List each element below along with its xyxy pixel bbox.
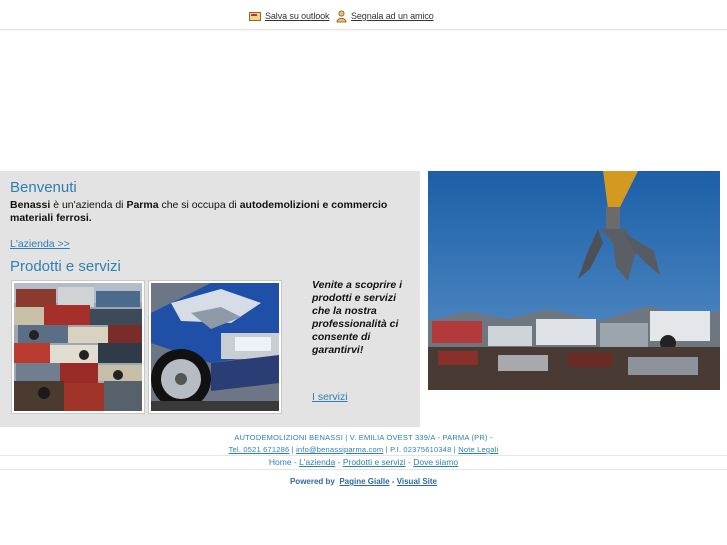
scrap-pile-image (12, 281, 144, 413)
footer-divider (0, 455, 727, 456)
save-outlook-label: Salva su outlook (265, 11, 330, 21)
welcome-text-part: è un'azienda di (50, 199, 127, 211)
crashed-car-image (149, 281, 281, 413)
visual-site-link[interactable]: Visual Site (397, 477, 437, 486)
welcome-text: Benassi è un'azienda di Parma che si occ… (10, 199, 408, 225)
footer-nav-company[interactable]: L'azienda (299, 457, 335, 467)
products-title: Prodotti e servizi (10, 258, 121, 275)
footer-phone-link[interactable]: Tel. 0521 671286 (229, 445, 290, 454)
person-icon (336, 10, 347, 22)
footer-nav-separator: - (291, 457, 300, 467)
footer-nav: Home - L'azienda - Prodotti e servizi - … (0, 457, 727, 467)
footer-nav-products[interactable]: Prodotti e servizi (343, 457, 406, 467)
footer-vat: P.I. 02375610348 (390, 445, 452, 454)
services-link[interactable]: I servizi (312, 391, 348, 403)
powered-separator: - (389, 477, 397, 486)
pagine-gialle-link[interactable]: Pagine Gialle (339, 477, 389, 486)
footer-nav-separator: - (335, 457, 343, 467)
company-link[interactable]: L'azienda >> (10, 238, 70, 250)
company-name: Benassi (10, 199, 51, 211)
footer-nav-location[interactable]: Dove siamo (413, 457, 458, 467)
promo-text: Venite a scoprire i prodotti e servizi c… (312, 279, 403, 356)
city-name: Parma (126, 199, 159, 211)
save-outlook-link[interactable]: Salva su outlook (249, 9, 330, 23)
footer-divider (0, 469, 727, 470)
share-friend-link[interactable]: Segnala ad un amico (336, 9, 434, 23)
footer-email-link[interactable]: info@benassiparma.com (296, 445, 383, 454)
powered-by-label: Powered by (289, 477, 335, 486)
crane-scrap-image (428, 171, 720, 390)
footer-nav-home[interactable]: Home (269, 457, 292, 467)
top-bar: Salva su outlook Segnala ad un amico (0, 0, 727, 30)
outlook-icon (249, 11, 261, 21)
welcome-text-part: che si occupa di (158, 199, 240, 211)
footer-contacts: Tel. 0521 671286 | info@benassiparma.com… (0, 445, 727, 454)
welcome-title: Benvenuti (10, 179, 77, 196)
powered-by: Powered by Pagine Gialle - Visual Site (0, 477, 727, 486)
share-friend-label: Segnala ad un amico (351, 11, 434, 21)
footer-address: AUTODEMOLIZIONI BENASSI | V. EMILIA OVES… (234, 433, 493, 442)
footer-legal-link[interactable]: Note Legali (458, 445, 498, 454)
